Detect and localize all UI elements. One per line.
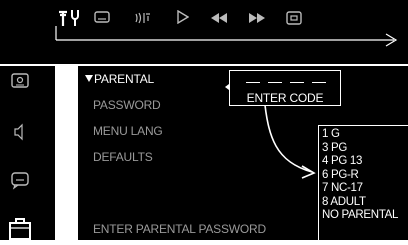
code-entry-box[interactable]: ENTER CODE xyxy=(229,70,341,106)
rating-option[interactable]: 4 PG 13 xyxy=(322,155,408,169)
speaker-icon[interactable] xyxy=(6,122,36,144)
sidebar xyxy=(0,66,55,240)
code-slot xyxy=(268,82,282,83)
rating-option[interactable]: 3 PG xyxy=(322,142,408,156)
rating-option[interactable]: 6 PG-R xyxy=(322,169,408,183)
toolbar xyxy=(0,0,408,64)
rating-option[interactable]: 7 NC-17 xyxy=(322,182,408,196)
disc-icon[interactable] xyxy=(6,71,36,93)
subtitle-icon[interactable] xyxy=(6,170,36,192)
toolbar-underline-arrow xyxy=(0,0,408,69)
code-slot xyxy=(246,82,260,83)
lock-icon[interactable] xyxy=(6,216,36,240)
rating-list: 1 G 3 PG 4 PG 13 6 PG-R 7 NC-17 8 ADULT … xyxy=(318,125,408,240)
rating-option[interactable]: 8 ADULT xyxy=(322,196,408,210)
code-slot xyxy=(290,82,304,83)
rating-option[interactable]: NO PARENTAL xyxy=(322,209,408,223)
code-slot xyxy=(312,82,326,83)
code-label: ENTER CODE xyxy=(246,91,324,105)
rating-option[interactable]: 1 G xyxy=(322,128,408,142)
